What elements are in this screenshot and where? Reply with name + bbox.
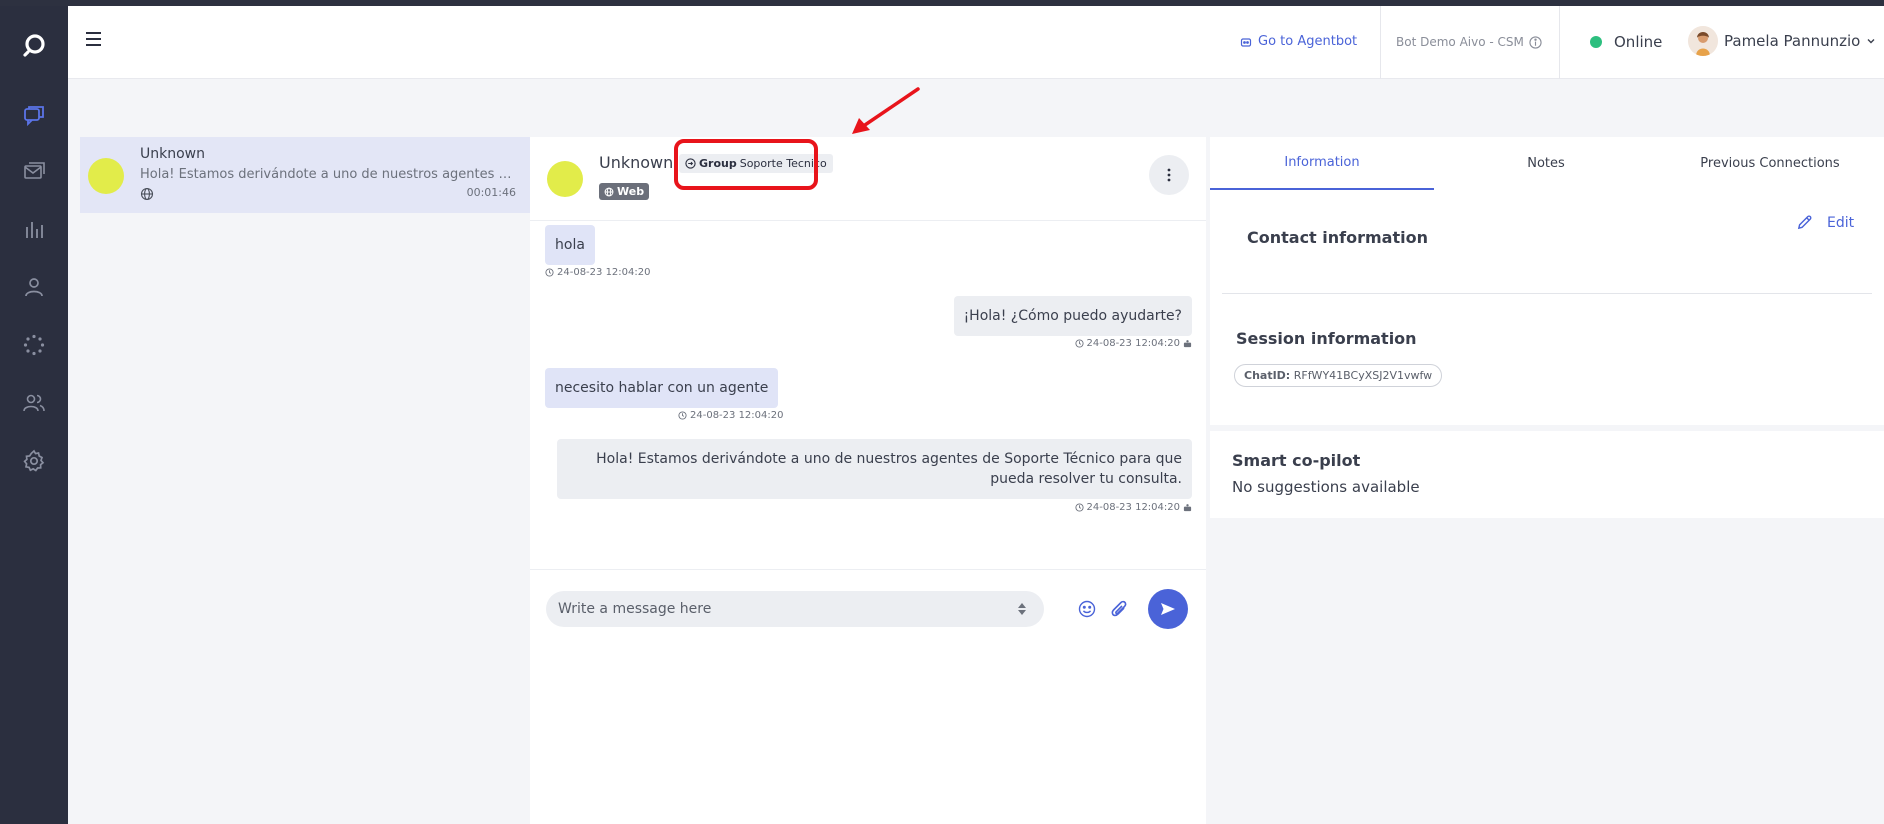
hamburger-menu-icon[interactable]: [86, 32, 106, 52]
copilot-title: Smart co-pilot: [1232, 451, 1361, 470]
chatid-label: ChatID:: [1244, 369, 1291, 382]
channel-label: Web: [617, 185, 645, 198]
contact-avatar: [547, 161, 583, 197]
message-bubble: Hola! Estamos derivándote a uno de nuest…: [557, 439, 1192, 499]
message-timestamp: 24-08-23 12:04:20: [690, 410, 784, 421]
message-timestamp: 24-08-23 12:04:20: [557, 267, 651, 278]
go-to-agentbot-label: Go to Agentbot: [1258, 34, 1358, 49]
chatid-badge: ChatID: RFfWY41BCyXSJ2V1vwfw: [1234, 364, 1443, 387]
bot-icon: [1240, 37, 1252, 47]
globe-icon: [604, 187, 614, 196]
user-name: Pamela Pannunzio: [1724, 32, 1861, 50]
clock-icon: [678, 411, 687, 420]
settings-icon[interactable]: [21, 448, 47, 474]
user-menu[interactable]: Pamela Pannunzio: [1688, 26, 1876, 56]
message-bubble: ¡Hola! ¿Cómo puedo ayudarte?: [953, 296, 1192, 336]
contact-name: Unknown: [599, 153, 674, 172]
header-divider: [1559, 6, 1560, 79]
conversation-name: Unknown: [140, 146, 205, 162]
channel-badge: Web: [599, 183, 650, 200]
contact-icon[interactable]: [21, 274, 47, 300]
bot-name-label: Bot Demo Aivo - CSM: [1396, 35, 1524, 49]
message-text: Hola! Estamos derivándote a uno de nuest…: [596, 451, 1182, 487]
pencil-icon: [1797, 215, 1812, 230]
contact-info-title: Contact information: [1247, 228, 1428, 247]
status-dot-icon: [1590, 36, 1602, 48]
send-icon: [1161, 603, 1175, 615]
header-divider: [1380, 6, 1381, 79]
clock-icon: [1074, 339, 1084, 348]
message-timestamp: 24-08-23 12:04:20: [1086, 338, 1180, 349]
agent-status[interactable]: Online: [1590, 33, 1662, 51]
smart-copilot-card: Smart co-pilot No suggestions available: [1210, 431, 1884, 518]
chat-icon[interactable]: [21, 102, 47, 128]
app-logo-icon[interactable]: [19, 30, 49, 60]
top-header: Go to Agentbot Bot Demo Aivo - CSM Onlin…: [68, 6, 1884, 79]
sidebar: [0, 6, 68, 824]
avatar: [1688, 26, 1718, 56]
message-meta: 24-08-23 12:04:20: [678, 410, 783, 421]
annotation-arrow-icon: [852, 87, 920, 134]
contact-avatar: [88, 158, 124, 194]
send-button[interactable]: [1148, 589, 1188, 629]
tab-previous-connections[interactable]: Previous Connections: [1658, 137, 1882, 190]
annotation-highlight-box: [674, 139, 818, 190]
details-tabs: Information Notes Previous Connections: [1210, 137, 1884, 190]
details-panel: Information Notes Previous Connections C…: [1210, 137, 1884, 824]
go-to-agentbot-link[interactable]: Go to Agentbot: [1240, 34, 1357, 49]
message-composer: [530, 569, 1206, 824]
loading-icon[interactable]: [21, 332, 47, 358]
message-text: hola: [555, 237, 585, 253]
message-bubble: necesito hablar con un agente: [545, 368, 779, 408]
more-options-button[interactable]: [1149, 155, 1189, 195]
info-icon[interactable]: [1529, 35, 1542, 49]
message-timestamp: 24-08-23 12:04:20: [1086, 502, 1180, 513]
kebab-menu-icon: [1167, 168, 1171, 182]
message-input-box: [546, 591, 1044, 627]
copilot-status: No suggestions available: [1232, 478, 1420, 496]
section-divider: [1222, 293, 1872, 294]
bot-icon: [1183, 340, 1192, 348]
edit-label: Edit: [1827, 214, 1855, 231]
message-text: necesito hablar con un agente: [555, 380, 769, 396]
clock-icon: [1074, 503, 1084, 512]
inbox-icon[interactable]: [21, 159, 47, 185]
session-info-title: Session information: [1236, 329, 1417, 348]
chatid-value: RFfWY41BCyXSJ2V1vwfw: [1293, 369, 1433, 382]
clock-icon: [545, 268, 554, 277]
message-text: ¡Hola! ¿Cómo puedo ayudarte?: [963, 308, 1182, 324]
conversation-preview: Hola! Estamos derivándote a uno de nuest…: [140, 167, 518, 182]
team-icon[interactable]: [21, 390, 47, 416]
message-input[interactable]: [558, 599, 998, 619]
message-meta: 24-08-23 12:04:20: [1074, 502, 1192, 513]
chat-header: Unknown Group Soporte Tecnico Web: [530, 137, 1206, 221]
message-bubble: hola: [545, 225, 595, 265]
attachment-icon[interactable]: [1110, 599, 1128, 619]
bot-icon: [1183, 504, 1192, 512]
information-card: Contact information Edit Session informa…: [1210, 190, 1884, 425]
bot-name: Bot Demo Aivo - CSM: [1396, 35, 1542, 49]
chevron-down-icon: [1867, 39, 1875, 44]
resize-handle-icon[interactable]: [1016, 602, 1028, 616]
emoji-icon[interactable]: [1078, 600, 1096, 618]
globe-icon: [140, 187, 154, 201]
conversation-list: Unknown Hola! Estamos derivándote a uno …: [68, 137, 530, 824]
message-meta: 24-08-23 12:04:20: [1074, 338, 1192, 349]
edit-contact-button[interactable]: Edit: [1796, 214, 1854, 231]
tab-information[interactable]: Information: [1210, 137, 1434, 190]
analytics-icon[interactable]: [21, 216, 47, 242]
tab-notes[interactable]: Notes: [1434, 137, 1658, 190]
status-label: Online: [1614, 33, 1663, 51]
conversation-item[interactable]: Unknown Hola! Estamos derivándote a uno …: [80, 137, 530, 213]
chat-panel: Unknown Group Soporte Tecnico Web hola 2…: [530, 137, 1206, 824]
conversation-time: 00:01:46: [466, 186, 516, 199]
message-meta: 24-08-23 12:04:20: [545, 267, 650, 278]
